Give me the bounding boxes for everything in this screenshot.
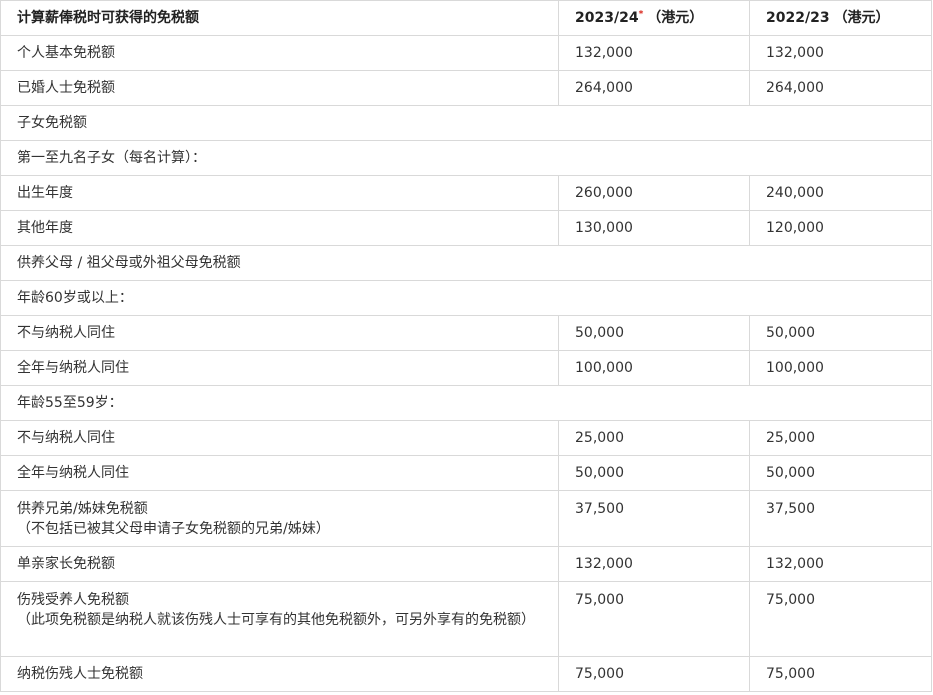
value-2023-24: 37,500 bbox=[558, 490, 750, 547]
value-2022-23: 264,000 bbox=[749, 70, 932, 106]
value-2023-24: 260,000 bbox=[558, 175, 750, 211]
value-2022-23: 50,000 bbox=[749, 315, 932, 351]
section-label: 子女免税额 bbox=[0, 105, 932, 141]
table-row: 不与纳税人同住 50,000 50,000 bbox=[0, 315, 932, 351]
row-label: 全年与纳税人同住 bbox=[0, 350, 559, 386]
value-2023-24: 50,000 bbox=[558, 315, 750, 351]
section-row: 年龄60岁或以上： bbox=[0, 280, 932, 316]
table-row: 不与纳税人同住 25,000 25,000 bbox=[0, 420, 932, 456]
value-2023-24: 75,000 bbox=[558, 581, 750, 657]
header-unit: （港元） bbox=[647, 10, 704, 26]
allowances-table: 计算薪俸税时可获得的免税额 2023/24* （港元） 2022/23 （港元） 个… bbox=[0, 0, 932, 692]
table-row: 伤残受养人免税额 （此项免税额是纳税人就该伤残人士可享有的其他免税额外，可另外享… bbox=[0, 581, 932, 657]
header-year-2022-23: 2022/23 （港元） bbox=[749, 0, 932, 36]
value-2023-24: 25,000 bbox=[558, 420, 750, 456]
row-label-cell: 供养兄弟/姊妹免税额 （不包括已被其父母申请子女免税额的兄弟/姊妹） bbox=[0, 490, 559, 547]
section-row: 第一至九名子女（每名计算）： bbox=[0, 140, 932, 176]
row-label: 不与纳税人同住 bbox=[0, 420, 559, 456]
value-2022-23: 37,500 bbox=[749, 490, 932, 547]
row-label: 个人基本免税额 bbox=[0, 35, 559, 71]
header-row: 计算薪俸税时可获得的免税额 2023/24* （港元） 2022/23 （港元） bbox=[0, 0, 932, 36]
table-row: 全年与纳税人同住 100,000 100,000 bbox=[0, 350, 932, 386]
row-label: 出生年度 bbox=[0, 175, 559, 211]
footnote-mark: * bbox=[638, 9, 644, 20]
row-label: 已婚人士免税额 bbox=[0, 70, 559, 106]
value-2023-24: 132,000 bbox=[558, 35, 750, 71]
table-row: 已婚人士免税额 264,000 264,000 bbox=[0, 70, 932, 106]
row-label: 纳税伤残人士免税额 bbox=[0, 656, 559, 692]
value-2022-23: 240,000 bbox=[749, 175, 932, 211]
row-label: 供养兄弟/姊妹免税额 bbox=[17, 501, 148, 517]
section-row: 年龄55至59岁： bbox=[0, 385, 932, 421]
row-label: 不与纳税人同住 bbox=[0, 315, 559, 351]
table-row: 其他年度 130,000 120,000 bbox=[0, 210, 932, 246]
header-unit: （港元） bbox=[833, 10, 890, 26]
row-label: 全年与纳税人同住 bbox=[0, 455, 559, 491]
table-row: 单亲家长免税额 132,000 132,000 bbox=[0, 546, 932, 582]
value-2022-23: 25,000 bbox=[749, 420, 932, 456]
row-note: （不包括已被其父母申请子女免税额的兄弟/姊妹） bbox=[17, 521, 330, 537]
value-2022-23: 100,000 bbox=[749, 350, 932, 386]
section-label: 年龄55至59岁： bbox=[0, 385, 932, 421]
row-note: （此项免税额是纳税人就该伤残人士可享有的其他免税额外，可另外享有的免税额） bbox=[17, 612, 535, 628]
table-row: 供养兄弟/姊妹免税额 （不包括已被其父母申请子女免税额的兄弟/姊妹） 37,50… bbox=[0, 490, 932, 547]
value-2023-24: 264,000 bbox=[558, 70, 750, 106]
row-label-cell: 伤残受养人免税额 （此项免税额是纳税人就该伤残人士可享有的其他免税额外，可另外享… bbox=[0, 581, 559, 657]
value-2022-23: 75,000 bbox=[749, 656, 932, 692]
table-row: 纳税伤残人士免税额 75,000 75,000 bbox=[0, 656, 932, 692]
value-2023-24: 100,000 bbox=[558, 350, 750, 386]
row-label: 伤残受养人免税额 bbox=[17, 592, 129, 608]
section-row: 子女免税额 bbox=[0, 105, 932, 141]
row-label: 单亲家长免税额 bbox=[0, 546, 559, 582]
header-year-label: 2023/24 bbox=[575, 10, 639, 26]
section-label: 供养父母 / 祖父母或外祖父母免税额 bbox=[0, 245, 932, 281]
value-2023-24: 75,000 bbox=[558, 656, 750, 692]
section-label: 第一至九名子女（每名计算）： bbox=[0, 140, 932, 176]
value-2022-23: 132,000 bbox=[749, 35, 932, 71]
value-2023-24: 132,000 bbox=[558, 546, 750, 582]
row-label: 其他年度 bbox=[0, 210, 559, 246]
value-2022-23: 50,000 bbox=[749, 455, 932, 491]
section-label: 年龄60岁或以上： bbox=[0, 280, 932, 316]
value-2022-23: 120,000 bbox=[749, 210, 932, 246]
header-year-label: 2022/23 bbox=[766, 10, 830, 26]
value-2022-23: 75,000 bbox=[749, 581, 932, 657]
table-row: 出生年度 260,000 240,000 bbox=[0, 175, 932, 211]
table-row: 个人基本免税额 132,000 132,000 bbox=[0, 35, 932, 71]
value-2022-23: 132,000 bbox=[749, 546, 932, 582]
header-year-2023-24: 2023/24* （港元） bbox=[558, 0, 750, 36]
section-row: 供养父母 / 祖父母或外祖父母免税额 bbox=[0, 245, 932, 281]
value-2023-24: 50,000 bbox=[558, 455, 750, 491]
value-2023-24: 130,000 bbox=[558, 210, 750, 246]
header-allowance-type: 计算薪俸税时可获得的免税额 bbox=[0, 0, 559, 36]
table-row: 全年与纳税人同住 50,000 50,000 bbox=[0, 455, 932, 491]
